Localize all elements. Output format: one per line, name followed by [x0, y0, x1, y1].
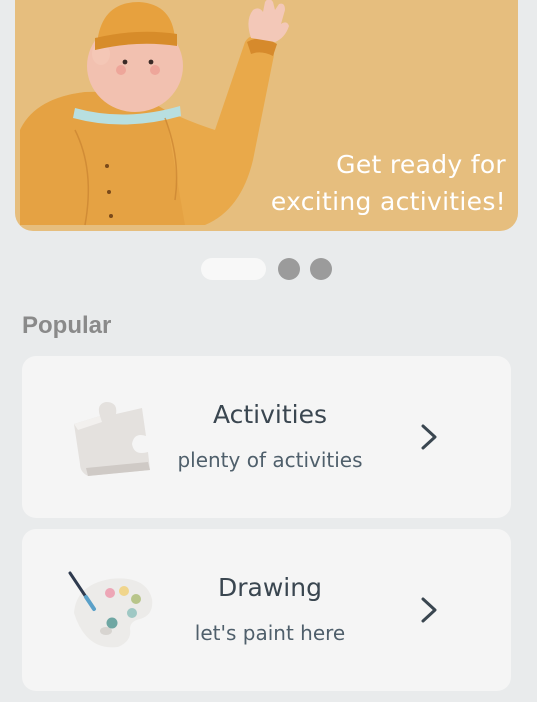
- chevron-right-icon[interactable]: [418, 595, 440, 625]
- carousel-dot[interactable]: [278, 258, 300, 280]
- card-subtitle: plenty of activities: [177, 448, 363, 472]
- banner-line-1: Get ready for: [336, 150, 506, 179]
- section-title-popular: Popular: [22, 312, 112, 339]
- card-subtitle: let's paint here: [194, 621, 346, 645]
- drawing-card[interactable]: Drawing let's paint here: [22, 529, 511, 691]
- carousel-dot[interactable]: [310, 258, 332, 280]
- promo-banner[interactable]: Get ready for exciting activities!: [15, 0, 518, 231]
- card-title: Drawing: [218, 573, 322, 602]
- banner-headline: Get ready for exciting activities!: [266, 146, 506, 220]
- card-title: Activities: [212, 400, 328, 429]
- carousel-dot-active[interactable]: [201, 258, 266, 280]
- activities-card[interactable]: Activities plenty of activities: [22, 356, 511, 518]
- chevron-right-icon[interactable]: [418, 422, 440, 452]
- banner-line-2: exciting activities!: [270, 187, 506, 216]
- carousel-indicator: [201, 258, 342, 280]
- home-screen: Get ready for exciting activities! Popul…: [0, 0, 537, 702]
